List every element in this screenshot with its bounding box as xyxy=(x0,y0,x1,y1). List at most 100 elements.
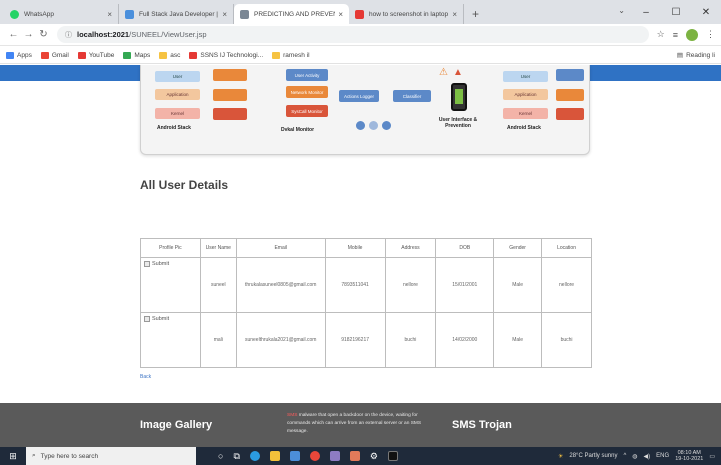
diagram-block xyxy=(213,89,247,101)
back-link[interactable]: Back xyxy=(140,374,151,380)
reading-list-button[interactable]: ▤ Reading li xyxy=(676,51,715,60)
alert-icon: ▲ xyxy=(453,67,463,78)
close-window-icon[interactable]: ✕ xyxy=(691,7,721,18)
column-header: Email xyxy=(235,238,326,258)
maximize-icon[interactable]: ☐ xyxy=(661,7,691,18)
close-tab-icon[interactable]: × xyxy=(338,10,343,19)
email-cell: suneelthrukala2021@gmail.com xyxy=(235,312,326,368)
folder-icon xyxy=(159,51,168,59)
new-tab-button[interactable]: + xyxy=(472,7,479,21)
task-view-icon[interactable]: ⧉ xyxy=(233,451,239,462)
volume-icon[interactable]: ◀) xyxy=(644,453,651,460)
gmail-icon xyxy=(40,51,49,59)
back-arrow-icon[interactable]: ← xyxy=(6,29,21,40)
windows-taskbar: ⊞ ⌕ Type here to search ○ ⧉ ⚙ ☀ 28°C Par… xyxy=(0,447,721,465)
address-input[interactable]: ⓘ localhost:2021 /SUNEEL/ViewUser.jsp xyxy=(57,26,649,43)
bookmark-maps[interactable]: Maps xyxy=(123,51,151,59)
site-icon xyxy=(125,9,134,19)
weather-text[interactable]: 28°C Partly sunny xyxy=(569,453,617,459)
reading-mode-icon[interactable]: ≡ xyxy=(673,30,678,40)
bookmark-label: Maps xyxy=(134,51,151,59)
cortana-icon[interactable]: ○ xyxy=(218,451,223,461)
app-icon[interactable] xyxy=(329,451,340,461)
folder-icon xyxy=(272,51,281,59)
image-gallery-heading: Image Gallery xyxy=(140,419,213,431)
bookmark-apps[interactable]: Apps xyxy=(6,51,32,59)
clock[interactable]: 08:10 AM 19-10-2021 xyxy=(675,450,703,462)
tab-title: PREDICTING AND PREVENTION xyxy=(254,10,335,18)
profile-avatar[interactable] xyxy=(686,28,698,41)
page-content: User Application Kernel Android Stack Us… xyxy=(0,65,721,447)
diagram-block xyxy=(556,69,584,81)
diagram-caption: User Interface & Prevention xyxy=(438,117,478,129)
diagram-box: User xyxy=(503,71,548,82)
tab-whatsapp[interactable]: WhatsApp × xyxy=(4,4,119,24)
diagram-caption: Android Stack xyxy=(507,125,541,131)
reading-list-label: Reading li xyxy=(686,51,715,59)
edge-icon[interactable] xyxy=(249,451,260,461)
mobile-cell: 9182196217 xyxy=(324,312,386,368)
email-cell: thrukalasuneel0805@gmail.com xyxy=(235,257,326,313)
bookmark-ssns[interactable]: SSNS IJ Technologi... xyxy=(189,51,263,59)
store-icon[interactable] xyxy=(289,451,300,461)
diagram-box: Kernel xyxy=(155,108,200,119)
menu-kebab-icon[interactable]: ⋮ xyxy=(706,29,715,40)
gender-cell: Male xyxy=(493,312,543,368)
notifications-icon[interactable]: ▭ xyxy=(709,453,715,460)
footer-text: malware that open a backdoor on the devi… xyxy=(287,413,422,434)
footer-highlight: SMS xyxy=(287,413,298,418)
maps-icon xyxy=(123,51,132,59)
settings-gear-icon[interactable]: ⚙ xyxy=(370,451,378,462)
broken-image-icon: Submit xyxy=(144,261,169,267)
column-header: DOB xyxy=(435,238,495,258)
dob-cell: 15/01/2001 xyxy=(435,257,495,313)
url-path: /SUNEEL/ViewUser.jsp xyxy=(129,30,207,39)
minimize-icon[interactable]: – xyxy=(631,7,661,18)
network-icon[interactable]: ◍ xyxy=(632,453,637,460)
system-tray: ☀ 28°C Partly sunny ^ ◍ ◀) ENG 08:10 AM … xyxy=(558,450,721,462)
diagram-box: User Activity xyxy=(286,69,328,81)
bookmark-star-icon[interactable]: ☆ xyxy=(657,29,665,40)
tab-youtube-screenshot[interactable]: how to screenshot in laptop - Yo × xyxy=(349,4,464,24)
dob-cell: 14/02/2000 xyxy=(435,312,495,368)
terminal-icon[interactable] xyxy=(387,451,398,461)
user-details-table: Profile Pic User Name Email Mobile Addre… xyxy=(140,238,592,368)
file-explorer-icon[interactable] xyxy=(269,451,280,461)
user-name-cell: mali xyxy=(199,312,237,368)
apps-grid-icon xyxy=(6,51,14,59)
tab-search-icon[interactable]: ⌄ xyxy=(618,6,625,15)
search-placeholder: Type here to search xyxy=(40,452,99,460)
close-tab-icon[interactable]: × xyxy=(107,10,112,19)
column-header: Mobile xyxy=(324,238,386,258)
diagram-box: User xyxy=(155,71,200,82)
info-icon[interactable]: ⓘ xyxy=(65,30,72,40)
reading-list-icon: ▤ xyxy=(676,52,684,59)
diagram-box: SysCall Monitor xyxy=(286,105,328,117)
weather-icon[interactable]: ☀ xyxy=(558,453,563,460)
tab-java-developer[interactable]: Full Stack Java Developer | by M × xyxy=(119,4,234,24)
tray-chevron-icon[interactable]: ^ xyxy=(623,453,626,459)
bookmark-ramesh[interactable]: ramesh il xyxy=(272,51,310,59)
chrome-icon[interactable] xyxy=(309,451,320,461)
diagram-box: Network Monitor xyxy=(286,86,328,98)
language-indicator[interactable]: ENG xyxy=(656,453,669,459)
profile-pic-cell: Submit xyxy=(140,257,201,313)
tab-predicting-prevention[interactable]: PREDICTING AND PREVENTION × xyxy=(234,4,349,24)
bookmark-youtube[interactable]: YouTube xyxy=(77,51,114,59)
page-title: All User Details xyxy=(140,178,229,192)
bookmark-gmail[interactable]: Gmail xyxy=(40,51,69,59)
taskbar-search-input[interactable]: ⌕ Type here to search xyxy=(26,447,196,465)
windows-start-icon[interactable]: ⊞ xyxy=(0,451,26,462)
diagram-block xyxy=(213,108,247,120)
toolbar-actions: ☆ ≡ ⋮ xyxy=(657,28,715,41)
close-tab-icon[interactable]: × xyxy=(222,10,227,19)
clock-date: 19-10-2021 xyxy=(675,456,704,462)
forward-arrow-icon[interactable]: → xyxy=(21,29,36,40)
paint-icon[interactable] xyxy=(349,451,360,461)
close-tab-icon[interactable]: × xyxy=(452,10,457,19)
bookmark-asc[interactable]: asc xyxy=(159,51,180,59)
address-cell: nellore xyxy=(384,257,437,313)
tab-title: Full Stack Java Developer | by M xyxy=(139,10,219,18)
bookmark-label: Gmail xyxy=(51,51,69,59)
reload-icon[interactable]: ↻ xyxy=(36,29,51,40)
